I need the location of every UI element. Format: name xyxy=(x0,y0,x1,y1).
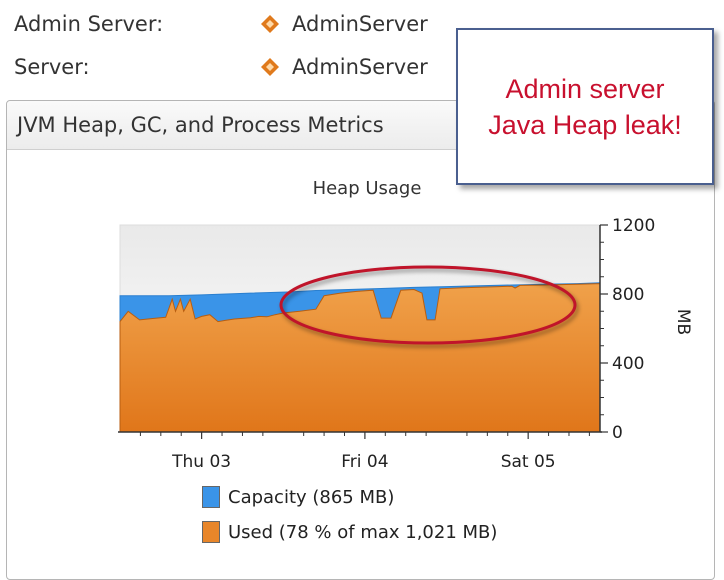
y-tick-label: 400 xyxy=(612,354,644,374)
y-tick-label: 0 xyxy=(612,423,623,443)
legend-used-swatch xyxy=(202,521,220,543)
y-tick-label: 800 xyxy=(612,285,644,305)
x-tick-label: Sat 05 xyxy=(501,452,556,472)
legend-used[interactable]: Used (78 % of max 1,021 MB) xyxy=(202,521,497,543)
x-tick-label: Thu 03 xyxy=(171,452,231,472)
used-series-area xyxy=(119,283,601,433)
callout-line-2: Java Heap leak! xyxy=(488,109,682,140)
legend-used-label: Used (78 % of max 1,021 MB) xyxy=(228,521,498,543)
y-tick-label: 1200 xyxy=(612,216,655,236)
y-axis-label: MB xyxy=(673,309,693,335)
legend-capacity[interactable]: Capacity (865 MB) xyxy=(202,486,394,508)
callout-line-1: Admin server xyxy=(505,73,665,104)
legend-capacity-swatch xyxy=(202,486,220,508)
chart-title: Heap Usage xyxy=(313,178,422,199)
x-tick-label: Fri 04 xyxy=(341,452,388,472)
legend-capacity-label: Capacity (865 MB) xyxy=(228,486,395,508)
annotation-callout: Admin server Java Heap leak! xyxy=(456,28,714,185)
